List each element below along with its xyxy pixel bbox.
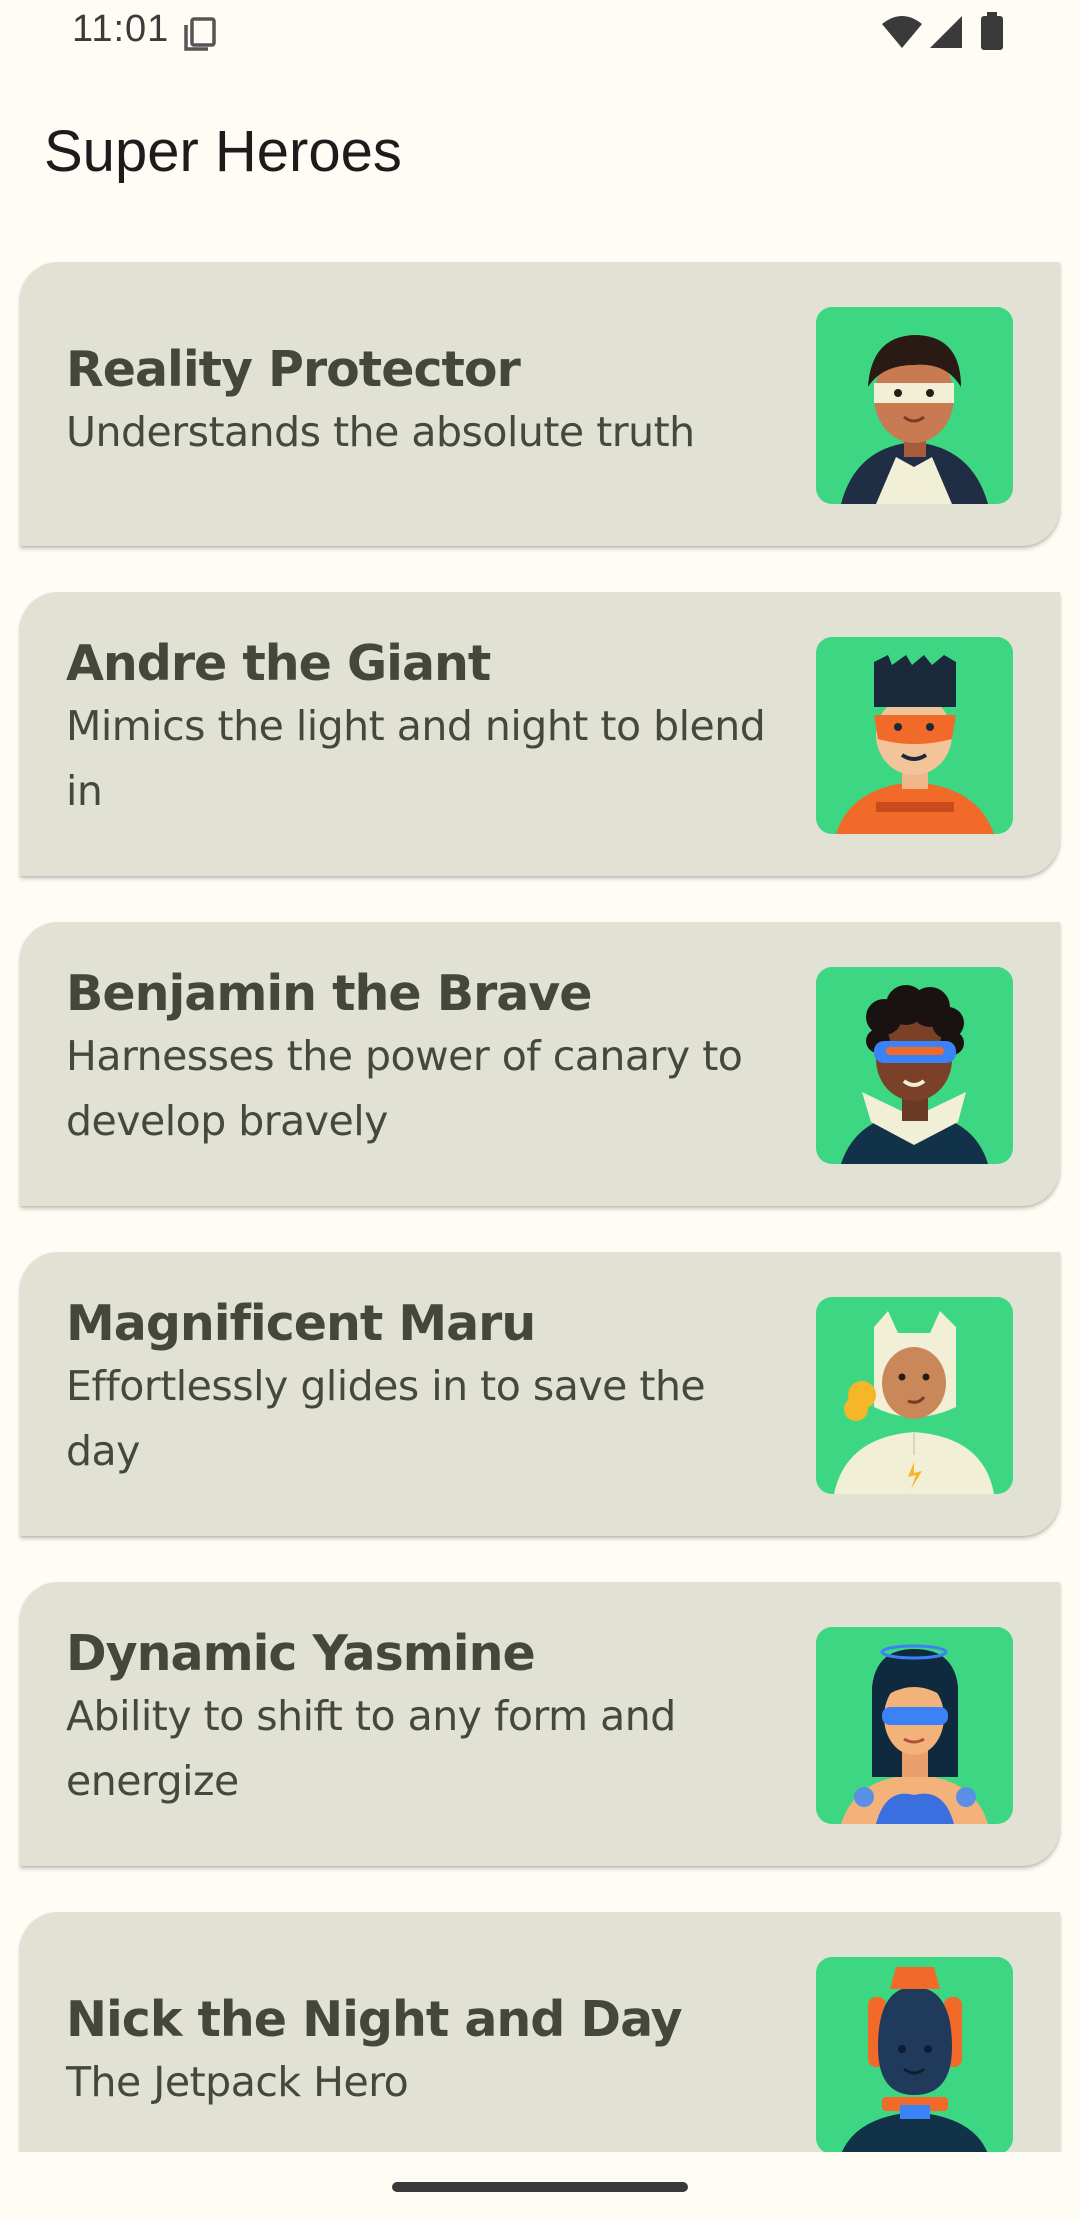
hero-card-benjamin-the-brave[interactable]: Benjamin the Brave Harnesses the power o… bbox=[20, 922, 1060, 1206]
hero-name: Dynamic Yasmine bbox=[66, 1625, 536, 1682]
hero-maru-avatar bbox=[816, 1297, 1013, 1494]
signal-icon bbox=[928, 14, 964, 55]
hero-name: Magnificent Maru bbox=[66, 1295, 536, 1352]
hero-description: Understands the absolute truth bbox=[66, 408, 695, 456]
screenshot-icon bbox=[182, 16, 218, 57]
status-time: 11:01 bbox=[72, 8, 170, 50]
app-title: Super Heroes bbox=[44, 119, 402, 184]
screen: 11:01 Super Heroes Reality Protector Und… bbox=[0, 0, 1080, 2220]
hero-card-andre-the-giant[interactable]: Andre the Giant Mimics the light and nig… bbox=[20, 592, 1060, 876]
hero-reality-protector-avatar bbox=[816, 307, 1013, 504]
hero-text: Andre the Giant Mimics the light and nig… bbox=[66, 634, 786, 824]
hero-text: Dynamic Yasmine Ability to shift to any … bbox=[66, 1624, 786, 1814]
app-bar: Super Heroes bbox=[0, 64, 1080, 240]
navigation-bar bbox=[0, 2152, 1080, 2220]
hero-description: Ability to shift to any form and energiz… bbox=[66, 1692, 676, 1805]
hero-card-dynamic-yasmine[interactable]: Dynamic Yasmine Ability to shift to any … bbox=[20, 1582, 1060, 1866]
hero-text: Reality Protector Understands the absolu… bbox=[66, 340, 786, 465]
wifi-icon bbox=[880, 14, 924, 55]
hero-text: Nick the Night and Day The Jetpack Hero bbox=[66, 1990, 786, 2115]
hero-description: Mimics the light and night to blend in bbox=[66, 702, 766, 815]
hero-name: Reality Protector bbox=[66, 341, 521, 398]
hero-name: Nick the Night and Day bbox=[66, 1991, 683, 2048]
hero-andre-avatar bbox=[816, 637, 1013, 834]
hero-name: Andre the Giant bbox=[66, 635, 491, 692]
hero-description: Effortlessly glides in to save the day bbox=[66, 1362, 706, 1475]
hero-description: Harnesses the power of canary to develop… bbox=[66, 1032, 743, 1145]
hero-benjamin-avatar bbox=[816, 967, 1013, 1164]
hero-description: The Jetpack Hero bbox=[66, 2058, 409, 2106]
hero-card-reality-protector[interactable]: Reality Protector Understands the absolu… bbox=[20, 262, 1060, 546]
hero-nick-avatar bbox=[816, 1957, 1013, 2152]
hero-name: Benjamin the Brave bbox=[66, 965, 592, 1022]
status-bar: 11:01 bbox=[0, 0, 1080, 64]
hero-yasmine-avatar bbox=[816, 1627, 1013, 1824]
home-gesture-handle[interactable] bbox=[392, 2182, 688, 2192]
battery-icon bbox=[980, 12, 1004, 57]
hero-card-magnificent-maru[interactable]: Magnificent Maru Effortlessly glides in … bbox=[20, 1252, 1060, 1536]
hero-text: Benjamin the Brave Harnesses the power o… bbox=[66, 964, 786, 1154]
hero-list[interactable]: Reality Protector Understands the absolu… bbox=[0, 262, 1080, 2152]
hero-text: Magnificent Maru Effortlessly glides in … bbox=[66, 1294, 786, 1484]
hero-card-nick-the-night-and-day[interactable]: Nick the Night and Day The Jetpack Hero bbox=[20, 1912, 1060, 2152]
